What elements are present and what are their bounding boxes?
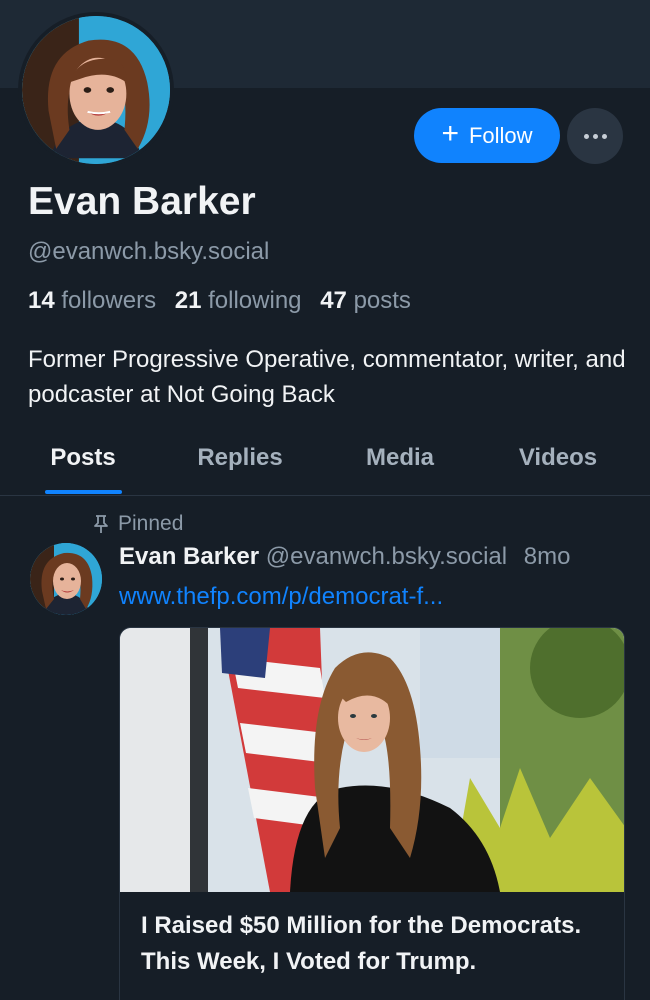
- following-label: following: [208, 287, 302, 314]
- pinned-label: Pinned: [118, 512, 184, 535]
- profile-display-name: Evan Barker: [28, 180, 256, 223]
- following-link[interactable]: 21 following: [175, 287, 302, 314]
- profile-page: + Follow Evan Barker @evanwch.bsky.socia…: [0, 0, 650, 1000]
- followers-link[interactable]: 14 followers: [28, 287, 156, 314]
- profile-avatar[interactable]: [18, 12, 174, 168]
- following-count: 21: [174, 287, 202, 314]
- posts-label: posts: [353, 287, 411, 314]
- plus-icon: +: [441, 117, 459, 150]
- more-options-button[interactable]: [567, 108, 623, 164]
- post-author-avatar[interactable]: [30, 543, 102, 615]
- tab-replies[interactable]: Replies: [186, 438, 294, 478]
- profile-stats: 14 followers 21 following 47 posts: [28, 287, 423, 315]
- embed-thumbnail-image: [120, 628, 624, 892]
- posts-count: 47: [320, 287, 347, 314]
- pin-icon: [94, 515, 108, 533]
- follow-button[interactable]: + Follow: [414, 108, 560, 163]
- tab-media[interactable]: Media: [352, 438, 448, 478]
- followers-label: followers: [61, 287, 157, 314]
- link-embed-card[interactable]: I Raised $50 Million for the Democrats. …: [119, 627, 625, 1000]
- follow-label: Follow: [468, 122, 533, 148]
- profile-tabs: Posts Replies Media Videos: [0, 438, 650, 496]
- post-link[interactable]: www.thefp.com/p/democrat-f...: [119, 583, 443, 611]
- pinned-indicator: Pinned: [92, 512, 183, 536]
- ellipsis-icon: [583, 133, 589, 139]
- post-timestamp[interactable]: 8mo: [524, 543, 571, 570]
- active-tab-indicator: [45, 490, 122, 494]
- post-author-name[interactable]: Evan Barker: [119, 543, 259, 570]
- profile-photo: [22, 16, 170, 164]
- tab-posts[interactable]: Posts: [40, 438, 126, 478]
- profile-bio: Former Progressive Operative, commentato…: [28, 346, 626, 408]
- post-header: Evan Barker @evanwch.bsky.social 8mo: [119, 543, 639, 571]
- followers-count: 14: [28, 287, 55, 314]
- tab-videos[interactable]: Videos: [506, 438, 610, 478]
- post-author-handle[interactable]: @evanwch.bsky.social: [266, 543, 507, 570]
- profile-handle: @evanwch.bsky.social: [28, 238, 270, 265]
- tabs-divider: [0, 495, 650, 496]
- embed-title: I Raised $50 Million for the Democrats. …: [141, 912, 582, 975]
- posts-stat: 47 posts: [320, 287, 411, 314]
- profile-photo: [30, 543, 102, 615]
